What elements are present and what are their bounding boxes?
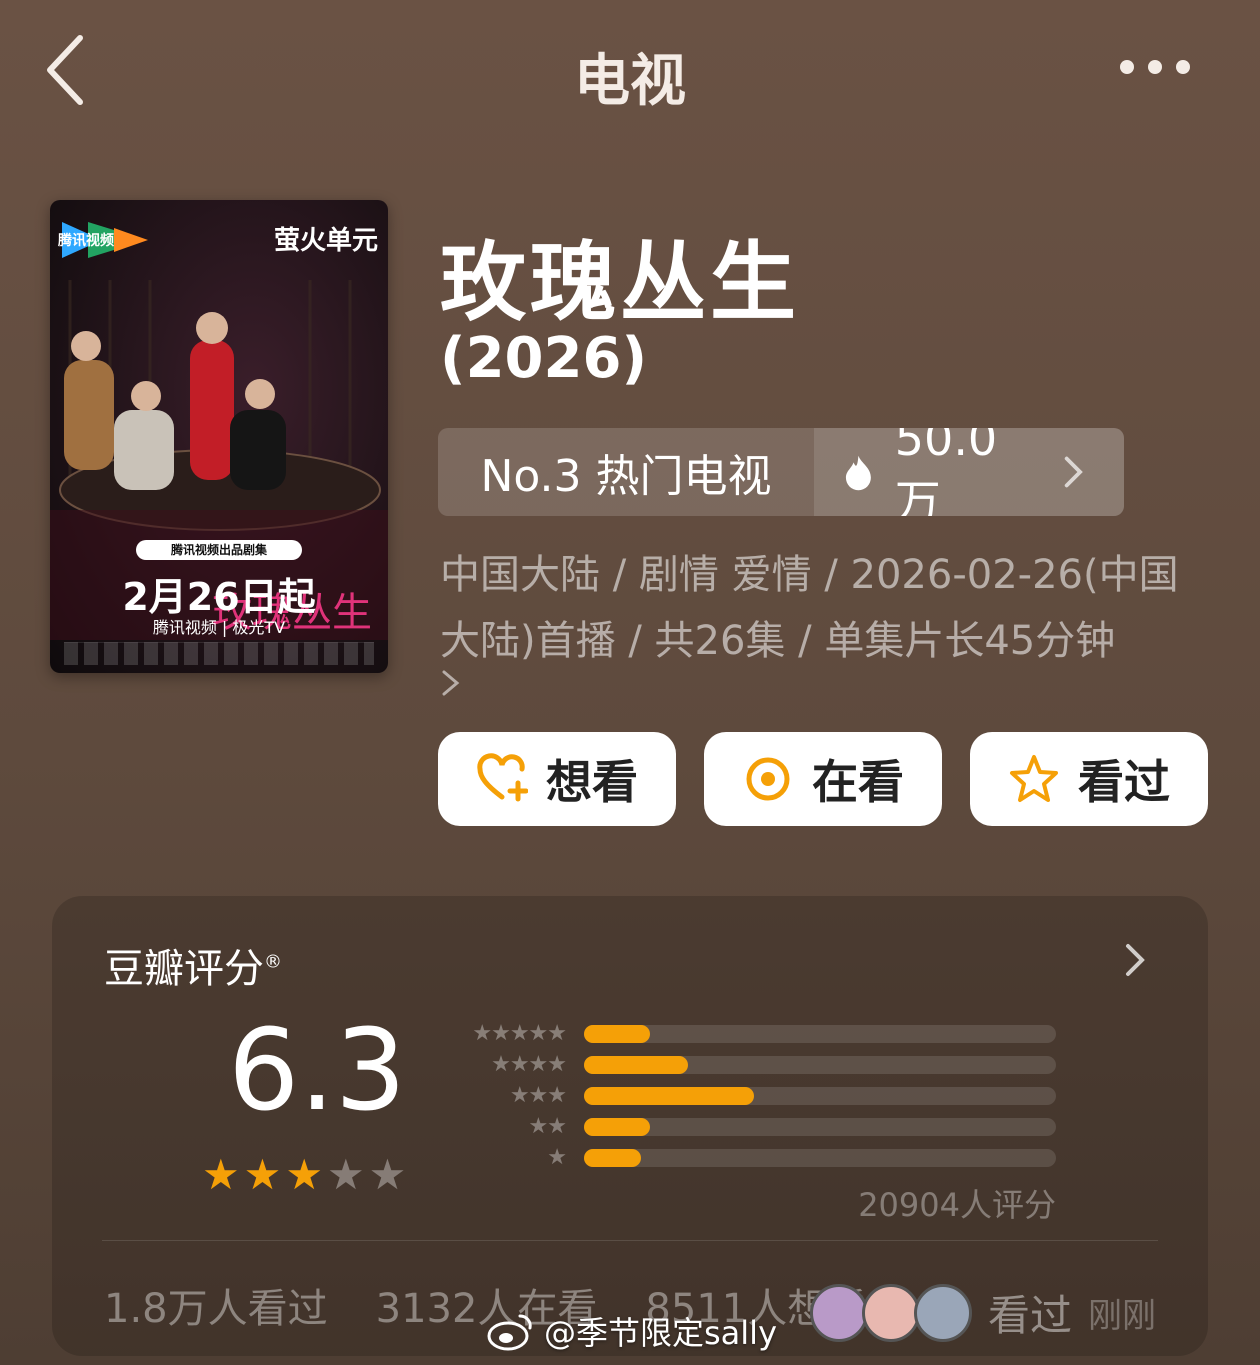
poster-platforms: 腾讯视频 | 极光TV [152, 618, 286, 637]
want-to-watch-button[interactable]: 想看 [438, 732, 676, 826]
star-filled-icon: ★ [243, 1150, 282, 1199]
recent-time: 刚刚 [1088, 1296, 1156, 1336]
star-empty-icon: ★ [326, 1150, 365, 1199]
distribution-bar-fill [584, 1148, 641, 1167]
star-outline-icon [1010, 755, 1058, 802]
distribution-bar-fill [584, 1055, 688, 1074]
watermark: @季节限定sally [486, 1308, 777, 1354]
distribution-stars-label: ★★★★★ [472, 1021, 567, 1046]
distribution-bar-track [584, 1024, 1056, 1043]
show-title: 玫瑰丛生 [440, 233, 800, 333]
distribution-stars-label: ★★ [528, 1114, 567, 1139]
distribution-bar-fill [584, 1086, 754, 1105]
rating-distribution-row: ★★★★ [448, 1049, 1056, 1080]
target-icon [746, 757, 790, 801]
chevron-right-icon [1064, 456, 1084, 488]
poster-banner: 腾讯视频出品剧集 [136, 540, 302, 560]
heart-plus-icon [477, 753, 528, 802]
rating-distribution-row: ★ [448, 1142, 1056, 1173]
distribution-bar-track [584, 1086, 1056, 1105]
star-filled-icon: ★ [202, 1150, 240, 1199]
want-to-watch-label: 想看 [546, 755, 638, 809]
recent-action: 看过 [987, 1291, 1072, 1340]
distribution-bar-fill [584, 1024, 651, 1043]
fire-icon [845, 455, 871, 491]
page-title: 电视 [574, 49, 686, 114]
star-empty-icon: ★ [368, 1150, 407, 1199]
more-options-icon[interactable] [1120, 60, 1190, 74]
rating-heading: 豆瓣评分® [104, 946, 282, 992]
rating-card[interactable]: 豆瓣评分® 6.3 ★ ★ ★ ★ ★ ★★★★★ ★★★★ ★★★ ★★ ★ 20904人评分… [52, 896, 1208, 1356]
avatar [861, 1283, 920, 1342]
watched-count: 1.8万人看过 [104, 1286, 328, 1332]
star-filled-icon: ★ [285, 1150, 323, 1199]
rank-chip[interactable]: No.3 热门电视 50.0万 [438, 428, 1124, 516]
rating-distribution-row: ★★★ [448, 1080, 1056, 1111]
rating-distribution: ★★★★★ ★★★★ ★★★ ★★ ★ [448, 1018, 1056, 1173]
distribution-bar-track [584, 1117, 1056, 1136]
heat-value-box: 50.0万 [814, 428, 1124, 516]
distribution-bar-fill [584, 1117, 651, 1136]
heat-value: 50.0万 [894, 428, 998, 516]
poster-credits [64, 642, 374, 665]
rating-stars: ★ ★ ★ ★ ★ [202, 1154, 406, 1196]
chevron-right-icon[interactable] [440, 668, 462, 698]
platform-logo-text: 腾讯视频 [58, 233, 114, 249]
show-year: (2026) [440, 326, 648, 391]
avatar [913, 1283, 972, 1342]
show-meta[interactable]: 中国大陆 / 剧情 爱情 / 2026-02-26(中国大陆)首播 / 共26集… [440, 542, 1210, 674]
avatar [809, 1283, 868, 1342]
rating-distribution-row: ★★ [448, 1111, 1056, 1142]
watched-button[interactable]: 看过 [970, 732, 1208, 826]
distribution-stars-label: ★★★ [509, 1083, 567, 1108]
unit-label: 萤火单元 [273, 226, 378, 256]
rating-score: 6.3 [228, 1006, 407, 1136]
distribution-bar-track [584, 1148, 1056, 1167]
watching-button[interactable]: 在看 [704, 732, 942, 826]
weibo-icon [487, 1314, 532, 1351]
poster-date: 2月26日起 [122, 575, 316, 619]
watched-label: 看过 [1078, 755, 1170, 809]
top-bar: 电视 [0, 0, 1260, 140]
rating-distribution-row: ★★★★★ [448, 1018, 1056, 1049]
distribution-stars-label: ★ [547, 1145, 567, 1170]
distribution-bar-track [584, 1055, 1056, 1074]
rating-count: 20904人评分 [858, 1186, 1056, 1224]
poster-image[interactable]: 腾讯视频 萤火单元 玫瑰丛生 腾讯视频出品剧集 2月26日起 腾讯视频 | 极光… [50, 200, 388, 673]
watermark-text: @季节限定sally [544, 1314, 778, 1352]
watching-label: 在看 [812, 755, 904, 809]
divider [102, 1240, 1158, 1241]
rank-label: No.3 热门电视 [438, 428, 814, 516]
chevron-right-icon[interactable] [1122, 940, 1150, 980]
distribution-stars-label: ★★★★ [491, 1052, 567, 1077]
recent-activity[interactable]: 看过 刚刚 [809, 1282, 1156, 1343]
